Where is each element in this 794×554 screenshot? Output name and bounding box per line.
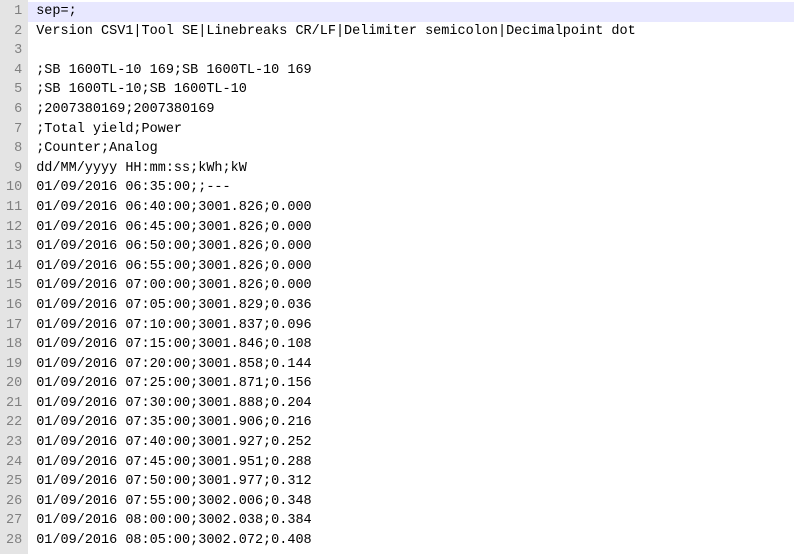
line-number: 25: [6, 472, 22, 492]
line-number: 12: [6, 218, 22, 238]
code-line[interactable]: 01/09/2016 07:50:00;3001.977;0.312: [36, 472, 794, 492]
line-number: 5: [6, 80, 22, 100]
line-number: 19: [6, 355, 22, 375]
code-line[interactable]: sep=;: [28, 2, 794, 22]
code-line[interactable]: 01/09/2016 07:05:00;3001.829;0.036: [36, 296, 794, 316]
code-line[interactable]: 01/09/2016 07:55:00;3002.006;0.348: [36, 492, 794, 512]
code-area[interactable]: sep=;Version CSV1|Tool SE|Linebreaks CR/…: [28, 0, 794, 554]
code-line[interactable]: 01/09/2016 06:35:00;;---: [36, 178, 794, 198]
line-number: 22: [6, 413, 22, 433]
line-number: 28: [6, 531, 22, 551]
line-number: 8: [6, 139, 22, 159]
line-number: 11: [6, 198, 22, 218]
code-line[interactable]: 01/09/2016 06:55:00;3001.826;0.000: [36, 257, 794, 277]
line-number: 18: [6, 335, 22, 355]
code-line[interactable]: ;Total yield;Power: [36, 120, 794, 140]
line-number: 6: [6, 100, 22, 120]
text-editor[interactable]: 1234567891011121314151617181920212223242…: [0, 0, 794, 554]
line-number: 4: [6, 61, 22, 81]
line-number: 26: [6, 492, 22, 512]
line-number: 17: [6, 316, 22, 336]
line-number-gutter: 1234567891011121314151617181920212223242…: [0, 0, 28, 554]
line-number: 14: [6, 257, 22, 277]
code-line[interactable]: 01/09/2016 07:00:00;3001.826;0.000: [36, 276, 794, 296]
line-number: 9: [6, 159, 22, 179]
code-line[interactable]: 01/09/2016 07:45:00;3001.951;0.288: [36, 453, 794, 473]
code-line[interactable]: 01/09/2016 06:40:00;3001.826;0.000: [36, 198, 794, 218]
code-line[interactable]: [36, 41, 794, 61]
code-line[interactable]: 01/09/2016 08:00:00;3002.038;0.384: [36, 511, 794, 531]
code-line[interactable]: 01/09/2016 07:15:00;3001.846;0.108: [36, 335, 794, 355]
code-line[interactable]: Version CSV1|Tool SE|Linebreaks CR/LF|De…: [36, 22, 794, 42]
line-number: 10: [6, 178, 22, 198]
code-line[interactable]: 01/09/2016 07:35:00;3001.906;0.216: [36, 413, 794, 433]
line-number: 27: [6, 511, 22, 531]
code-line[interactable]: 01/09/2016 06:50:00;3001.826;0.000: [36, 237, 794, 257]
code-line[interactable]: ;SB 1600TL-10;SB 1600TL-10: [36, 80, 794, 100]
line-number: 15: [6, 276, 22, 296]
line-number: 16: [6, 296, 22, 316]
line-number: 2: [6, 22, 22, 42]
line-number: 13: [6, 237, 22, 257]
code-line[interactable]: ;Counter;Analog: [36, 139, 794, 159]
code-line[interactable]: ;2007380169;2007380169: [36, 100, 794, 120]
code-line[interactable]: 01/09/2016 07:20:00;3001.858;0.144: [36, 355, 794, 375]
code-line[interactable]: ;SB 1600TL-10 169;SB 1600TL-10 169: [36, 61, 794, 81]
code-line[interactable]: 01/09/2016 08:05:00;3002.072;0.408: [36, 531, 794, 551]
line-number: 20: [6, 374, 22, 394]
code-line[interactable]: dd/MM/yyyy HH:mm:ss;kWh;kW: [36, 159, 794, 179]
code-line[interactable]: 01/09/2016 07:40:00;3001.927;0.252: [36, 433, 794, 453]
line-number: 3: [6, 41, 22, 61]
code-line[interactable]: 01/09/2016 07:25:00;3001.871;0.156: [36, 374, 794, 394]
line-number: 23: [6, 433, 22, 453]
line-number: 1: [6, 2, 22, 22]
line-number: 7: [6, 120, 22, 140]
code-line[interactable]: 01/09/2016 06:45:00;3001.826;0.000: [36, 218, 794, 238]
code-line[interactable]: 01/09/2016 07:10:00;3001.837;0.096: [36, 316, 794, 336]
code-line[interactable]: 01/09/2016 07:30:00;3001.888;0.204: [36, 394, 794, 414]
line-number: 24: [6, 453, 22, 473]
line-number: 21: [6, 394, 22, 414]
